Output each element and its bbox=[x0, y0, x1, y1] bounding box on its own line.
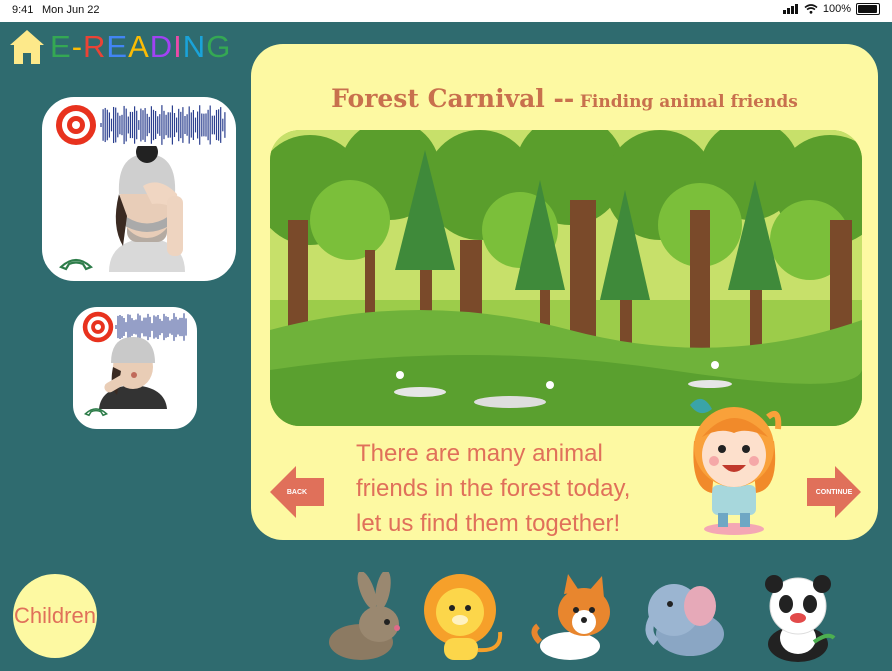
brand-letter: E bbox=[106, 29, 129, 64]
brand-letter: N bbox=[182, 29, 207, 64]
battery-percent: 100% bbox=[822, 3, 851, 15]
continue-button[interactable]: CONTINUE bbox=[807, 466, 861, 518]
lion-icon[interactable] bbox=[420, 572, 512, 664]
back-label: BACK bbox=[286, 488, 308, 496]
wifi-icon bbox=[804, 4, 818, 14]
brand-letter: - bbox=[71, 29, 84, 64]
home-icon[interactable] bbox=[8, 28, 46, 66]
hang-up-icon[interactable] bbox=[84, 405, 108, 417]
signal-icon bbox=[782, 4, 798, 14]
role-badge-children[interactable]: Children bbox=[13, 574, 97, 658]
panda-icon[interactable] bbox=[756, 572, 840, 664]
status-bar: 9:41 Mon Jun 22 100% bbox=[0, 0, 892, 22]
brand-title: E-READING bbox=[50, 29, 231, 65]
story-text-line: friends in the forest today, bbox=[356, 475, 631, 502]
story-title: Forest Carnival -- Finding animal friend… bbox=[251, 84, 878, 113]
forest-scene-illustration bbox=[270, 130, 862, 426]
status-time: 9:41 bbox=[12, 4, 34, 16]
hang-up-icon[interactable] bbox=[59, 255, 93, 271]
story-title-sub: Finding animal friends bbox=[579, 92, 798, 112]
brand-letter: A bbox=[128, 29, 150, 64]
brand-letter: D bbox=[149, 29, 174, 64]
story-title-main: Forest Carnival -- bbox=[331, 84, 575, 113]
story-panel: Forest Carnival -- Finding animal friend… bbox=[251, 44, 878, 540]
brand-letter: G bbox=[206, 29, 232, 64]
audio-wave-icon bbox=[100, 105, 226, 145]
brand-letter: R bbox=[83, 29, 107, 64]
video-call-card-1[interactable] bbox=[40, 95, 238, 283]
brand-letter: E bbox=[50, 29, 72, 64]
status-right: 100% bbox=[782, 3, 880, 15]
back-button[interactable]: BACK bbox=[270, 466, 324, 518]
avatar-1 bbox=[109, 146, 185, 272]
status-date: Mon Jun 22 bbox=[42, 4, 100, 16]
continue-label: CONTINUE bbox=[815, 488, 853, 496]
elephant-icon[interactable] bbox=[640, 572, 732, 664]
rabbit-icon[interactable] bbox=[323, 572, 403, 664]
story-text: There are many animal friends in the for… bbox=[356, 436, 686, 541]
role-label: Children bbox=[14, 603, 96, 628]
battery-icon bbox=[856, 3, 880, 15]
avatar-2 bbox=[99, 337, 167, 409]
brand: E-READING bbox=[8, 28, 231, 66]
brand-letter: I bbox=[173, 29, 183, 64]
story-text-line: There are many animal bbox=[356, 440, 603, 467]
video-call-card-2[interactable] bbox=[71, 305, 199, 431]
story-text-line: let us find them together! bbox=[356, 510, 621, 537]
girl-character-illustration bbox=[690, 398, 782, 535]
record-icon[interactable] bbox=[55, 104, 97, 146]
corgi-icon[interactable] bbox=[530, 572, 614, 664]
